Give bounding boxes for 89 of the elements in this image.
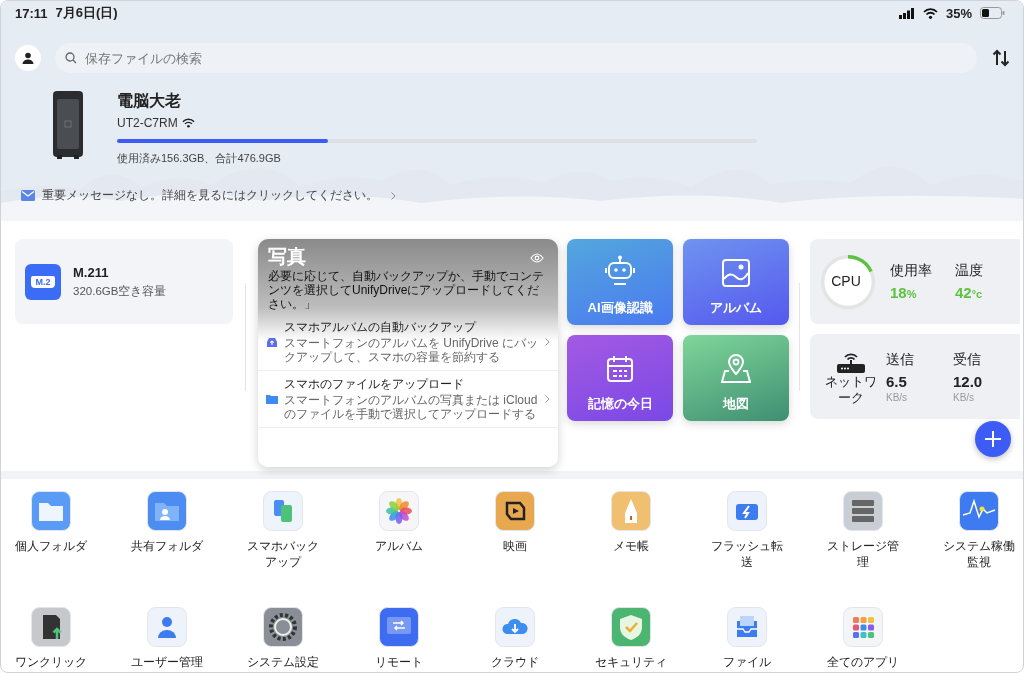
app-shortcut[interactable]: システム設定 (225, 607, 341, 671)
metric-value: 12.0 (953, 372, 984, 390)
app-shortcut[interactable]: ワンクリック (1, 607, 109, 671)
app-shortcut[interactable]: 全てのアプリ (805, 607, 921, 671)
option-description: スマートフォンのアルバムを UnifyDrive にバックアップして、スマホの容量を節約する (284, 337, 539, 365)
app-shortcut[interactable]: クラウド (457, 607, 573, 671)
app-shortcut[interactable]: メモ帳 (573, 491, 689, 555)
user-icon (147, 607, 187, 647)
drive-icon: M.2 (25, 263, 61, 300)
chevron-icon (545, 394, 550, 403)
inbox-icon (727, 607, 767, 647)
map-pin-icon (721, 353, 751, 383)
lightning-icon (727, 491, 767, 531)
cloud-upload-icon (266, 337, 278, 348)
option-title: スマホアルバムの自動バックアップ (284, 319, 478, 337)
phone-backup-icon (263, 491, 303, 531)
app-shortcut[interactable]: リモート (341, 607, 457, 671)
device-drawing (53, 91, 83, 159)
storage-usage: 使用済み156.3GB、合計476.9GB (117, 151, 282, 166)
option-description: スマートフォンのアルバムの写真または iCloud のファイルを手動で選択してアップロードする (284, 394, 539, 422)
upload-option[interactable]: スマホアルバムの自動バックアップ スマートフォンのアルバムを UnifyDrive にバックアップして、スマホの容量を節約する (258, 314, 558, 371)
feature-tile[interactable]: AI画像認識 (567, 239, 673, 325)
metric-label: 受信 (953, 350, 982, 369)
feature-tile[interactable]: 記憶の今日 (567, 335, 673, 421)
feature-tile[interactable]: アルバム (683, 239, 789, 325)
cloud-download-icon (495, 607, 535, 647)
metric-value: 42°c (955, 284, 984, 301)
device-name: 電脳大老 (117, 91, 182, 111)
battery-percent: 35% (945, 5, 972, 21)
film-icon (495, 491, 535, 531)
notepad-icon (611, 491, 651, 531)
wifi-icon (181, 118, 195, 128)
gauge-label: CPU (830, 272, 862, 289)
folder-icon (31, 491, 71, 531)
sort-button[interactable] (991, 48, 1011, 68)
metric-label: 温度 (955, 262, 984, 280)
card-description: 必要に応じて、自動バックアップか、手動でコンテンツを選択してUnifyDriveにアップロードしてください。」 (267, 270, 545, 312)
app-shortcut[interactable]: ストレージ管理 (805, 491, 921, 571)
signal-icon (898, 7, 915, 19)
search-field[interactable]: 保存ファイルの検索 (55, 43, 977, 73)
app-shortcut[interactable]: セキュリティ (573, 607, 689, 671)
card-title: 写真 (268, 245, 306, 269)
upload-option[interactable]: スマホのファイルをアップロード スマートフォンのアルバムの写真または iCloud のファイルを手動で選択してアップロードする (258, 371, 558, 428)
sd-card-icon (31, 607, 71, 647)
metric-unit: KB/s (953, 391, 976, 403)
status-date: 7月6日(日) (55, 4, 118, 22)
person-icon (22, 52, 34, 64)
sort-icon (991, 48, 1011, 68)
wifi-icon (922, 7, 938, 19)
metric-label: 送信 (886, 350, 915, 369)
metric-value: 6.5 (886, 372, 908, 390)
calendar-icon (606, 355, 634, 383)
line-chart-icon (959, 491, 999, 531)
transfer-icon (379, 607, 419, 647)
metric-value: 18% (890, 284, 918, 301)
app-shortcut[interactable]: システム稼働監視 (921, 491, 1023, 571)
image-icon (722, 259, 750, 287)
flower-icon (379, 491, 419, 531)
network-label: ネットワーク (824, 373, 878, 406)
app-shortcut[interactable]: アルバム (341, 491, 457, 555)
eye-icon[interactable] (530, 253, 544, 263)
add-button[interactable] (975, 421, 1011, 457)
mail-icon (21, 190, 35, 201)
shield-icon (611, 607, 651, 647)
app-shortcut[interactable]: 共有フォルダ (109, 491, 225, 555)
message-link[interactable]: 重要メッセージなし。詳細を見るにはクリックしてください。 (42, 188, 378, 203)
status-time: 17:11 (15, 5, 48, 21)
app-shortcut[interactable]: ファイル (689, 607, 805, 671)
chevron-icon (545, 338, 550, 347)
metric-unit: KB/s (886, 391, 909, 403)
drive-free-space: 320.6GB空き容量 (73, 283, 167, 299)
app-shortcut[interactable]: スマホバックアップ (225, 491, 341, 571)
app-shortcut[interactable]: 映画 (457, 491, 573, 555)
option-title: スマホのファイルをアップロード (284, 376, 465, 393)
app-shortcut[interactable]: ユーザー管理 (109, 607, 225, 671)
drive-name: M.211 (73, 264, 110, 280)
shared-folder-icon (147, 491, 187, 531)
plus-icon (984, 430, 1002, 448)
app-grid-icon (843, 607, 883, 647)
device-model: UT2-C7RM (117, 116, 178, 130)
drive-card[interactable]: M.2 M.211 320.6GB空き容量 (15, 239, 233, 324)
gear-icon (263, 607, 303, 647)
robot-icon (605, 255, 635, 287)
battery-icon (980, 7, 1005, 19)
server-icon (843, 491, 883, 531)
metric-label: 使用率 (890, 262, 933, 280)
app-shortcut[interactable]: 個人フォルダ (1, 491, 109, 555)
app-shortcut[interactable]: フラッシュ転送 (689, 491, 805, 571)
folder-icon (266, 393, 278, 404)
